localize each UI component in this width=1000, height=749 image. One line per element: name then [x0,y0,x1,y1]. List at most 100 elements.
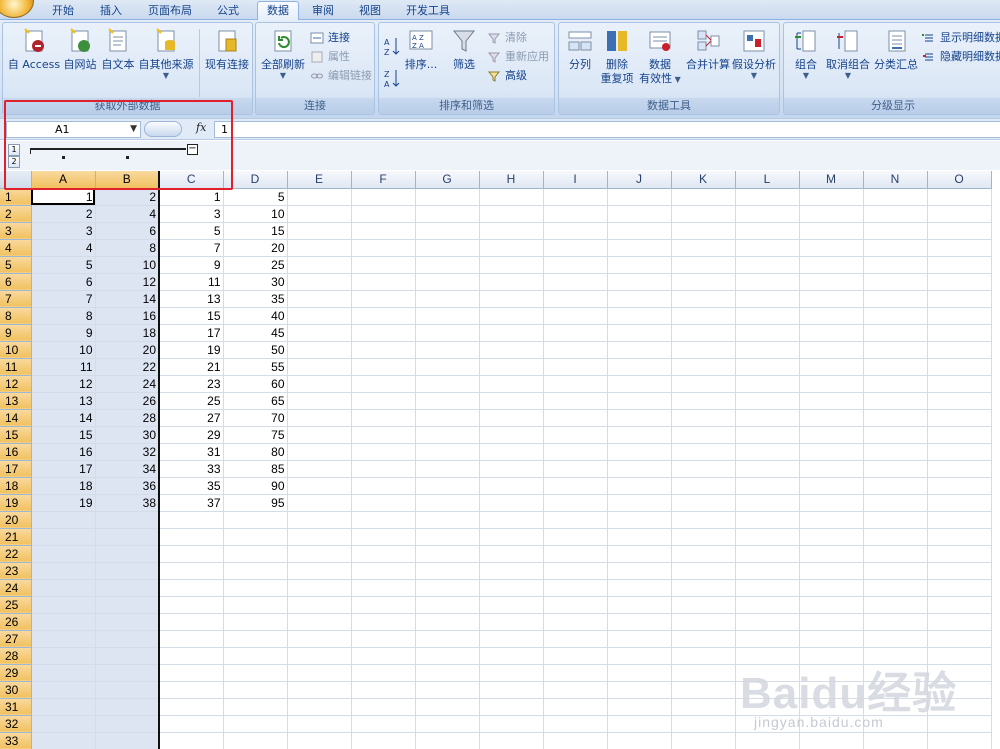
cell-c8[interactable]: 15 [159,307,224,325]
consolidate-button[interactable]: 合并计算 [683,27,733,72]
cell-b27[interactable] [95,630,160,648]
cell-n17[interactable] [863,460,928,478]
cell-e11[interactable] [287,358,352,376]
cell-j16[interactable] [607,443,672,461]
cell-i20[interactable] [543,511,608,529]
cell-g17[interactable] [415,460,480,478]
cell-m2[interactable] [799,205,864,223]
cell-g7[interactable] [415,290,480,308]
cell-h9[interactable] [479,324,544,342]
cell-n23[interactable] [863,562,928,580]
cell-m7[interactable] [799,290,864,308]
cell-j11[interactable] [607,358,672,376]
cell-b11[interactable]: 22 [95,358,160,376]
properties-button[interactable]: 属性 [310,49,350,65]
cell-o17[interactable] [927,460,992,478]
cell-n18[interactable] [863,477,928,495]
cell-j17[interactable] [607,460,672,478]
cell-i26[interactable] [543,613,608,631]
cell-c29[interactable] [159,664,224,682]
cell-e16[interactable] [287,443,352,461]
cell-e13[interactable] [287,392,352,410]
cell-c4[interactable]: 7 [159,239,224,257]
cell-o27[interactable] [927,630,992,648]
cell-e6[interactable] [287,273,352,291]
cell-b29[interactable] [95,664,160,682]
cell-a33[interactable] [31,732,96,749]
cell-b19[interactable]: 38 [95,494,160,512]
cell-h21[interactable] [479,528,544,546]
cell-b12[interactable]: 24 [95,375,160,393]
cell-l22[interactable] [735,545,800,563]
cell-e15[interactable] [287,426,352,444]
cell-i17[interactable] [543,460,608,478]
cell-n28[interactable] [863,647,928,665]
cell-f3[interactable] [351,222,416,240]
cell-h24[interactable] [479,579,544,597]
cell-l6[interactable] [735,273,800,291]
cell-j22[interactable] [607,545,672,563]
cell-l1[interactable] [735,188,800,206]
cell-n9[interactable] [863,324,928,342]
cell-m30[interactable] [799,681,864,699]
row-header[interactable]: 16 [0,443,32,461]
cell-i13[interactable] [543,392,608,410]
cell-j9[interactable] [607,324,672,342]
cell-b15[interactable]: 30 [95,426,160,444]
cell-h28[interactable] [479,647,544,665]
column-header-a[interactable]: A [31,171,96,189]
cell-m17[interactable] [799,460,864,478]
cell-k32[interactable] [671,715,736,733]
cell-h6[interactable] [479,273,544,291]
cell-l11[interactable] [735,358,800,376]
cell-g4[interactable] [415,239,480,257]
cell-e2[interactable] [287,205,352,223]
cell-d27[interactable] [223,630,288,648]
cell-i31[interactable] [543,698,608,716]
column-header-l[interactable]: L [735,171,800,189]
row-header[interactable]: 25 [0,596,32,614]
cell-m19[interactable] [799,494,864,512]
cell-k4[interactable] [671,239,736,257]
cell-j23[interactable] [607,562,672,580]
cell-c18[interactable]: 35 [159,477,224,495]
cell-d1[interactable]: 5 [223,188,288,206]
row-header[interactable]: 31 [0,698,32,716]
cell-c1[interactable]: 1 [159,188,224,206]
cell-j8[interactable] [607,307,672,325]
cell-b22[interactable] [95,545,160,563]
cell-m20[interactable] [799,511,864,529]
cell-e23[interactable] [287,562,352,580]
formula-input[interactable]: 1 [214,121,1000,138]
cell-h18[interactable] [479,477,544,495]
cell-m31[interactable] [799,698,864,716]
cell-c10[interactable]: 19 [159,341,224,359]
cell-k2[interactable] [671,205,736,223]
row-header[interactable]: 29 [0,664,32,682]
cell-j3[interactable] [607,222,672,240]
cell-m33[interactable] [799,732,864,749]
cell-g29[interactable] [415,664,480,682]
dropdown-arrow-icon[interactable]: ▼ [130,122,137,137]
cell-l20[interactable] [735,511,800,529]
cell-n32[interactable] [863,715,928,733]
cell-g12[interactable] [415,375,480,393]
cell-d25[interactable] [223,596,288,614]
cell-e31[interactable] [287,698,352,716]
cell-g32[interactable] [415,715,480,733]
cell-i22[interactable] [543,545,608,563]
row-header[interactable]: 33 [0,732,32,749]
cell-n24[interactable] [863,579,928,597]
row-header[interactable]: 1 [0,188,32,206]
cell-c3[interactable]: 5 [159,222,224,240]
sort-button[interactable]: A ZZ A 排序... [403,27,439,72]
cell-k33[interactable] [671,732,736,749]
cell-i30[interactable] [543,681,608,699]
cell-c15[interactable]: 29 [159,426,224,444]
cell-f26[interactable] [351,613,416,631]
cell-c14[interactable]: 27 [159,409,224,427]
cell-k24[interactable] [671,579,736,597]
cell-i23[interactable] [543,562,608,580]
cell-c13[interactable]: 25 [159,392,224,410]
cell-k16[interactable] [671,443,736,461]
